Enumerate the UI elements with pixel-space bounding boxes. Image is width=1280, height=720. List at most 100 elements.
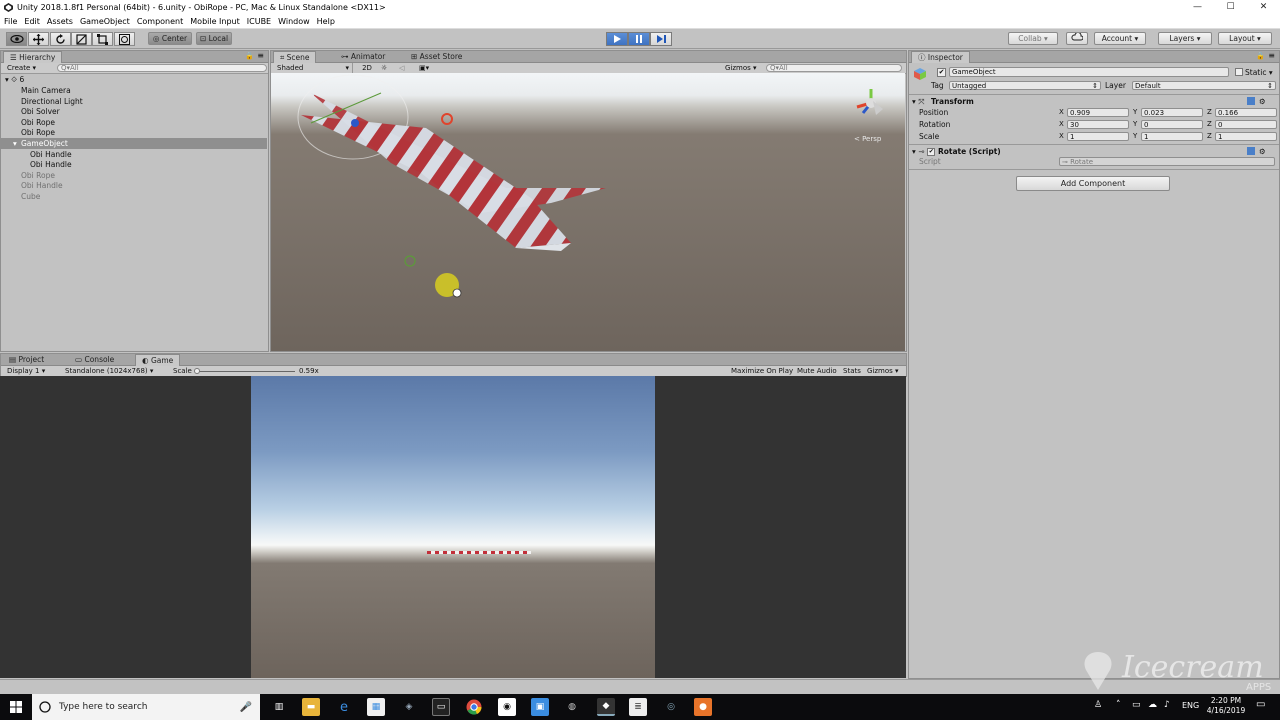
layers-dropdown[interactable]: Layers ▾ <box>1158 32 1212 45</box>
foldout-arrow-icon[interactable]: ▾ <box>13 138 17 149</box>
create-dropdown[interactable]: Create ▾ <box>7 63 36 74</box>
tag-dropdown[interactable]: Untagged ⇕ <box>949 81 1101 90</box>
axis-label-x[interactable]: X <box>1059 120 1064 128</box>
terminal-icon[interactable]: ▭ <box>432 698 450 716</box>
axis-label-z[interactable]: Z <box>1207 120 1212 128</box>
tab-inspector[interactable]: ⓘ Inspector <box>911 51 970 63</box>
position-x-input[interactable]: 0.909 <box>1067 108 1129 117</box>
hierarchy-item[interactable]: Obi Rope <box>1 117 267 128</box>
pause-button[interactable] <box>628 32 650 46</box>
menu-component[interactable]: Component <box>137 17 183 26</box>
tab-project[interactable]: ▤ Project <box>3 354 50 366</box>
hand-tool-button[interactable] <box>6 32 27 46</box>
menu-mobile-input[interactable]: Mobile Input <box>190 17 240 26</box>
hierarchy-item[interactable]: Cube <box>1 191 267 202</box>
step-button[interactable] <box>650 32 672 46</box>
tab-animator[interactable]: ⊶ Animator <box>335 51 391 63</box>
collab-button[interactable]: Collab ▾ <box>1008 32 1058 45</box>
account-dropdown[interactable]: Account ▾ <box>1094 32 1146 45</box>
hierarchy-item[interactable]: Obi Rope <box>1 170 267 181</box>
pivot-center-button[interactable]: ◎ Center <box>148 32 192 45</box>
menu-edit[interactable]: Edit <box>24 17 40 26</box>
transform-header[interactable]: ▾ ⤧ Transform ⚙ <box>909 96 1279 107</box>
microphone-icon[interactable]: 🎤 <box>240 702 252 713</box>
hierarchy-item[interactable]: Obi Handle <box>1 149 267 160</box>
axis-label-y[interactable]: Y <box>1133 132 1137 140</box>
static-dropdown[interactable]: Static ▾ <box>1245 68 1273 77</box>
panel-menu-icon[interactable]: ≡ <box>257 51 264 60</box>
hierarchy-item[interactable]: Obi Solver <box>1 106 267 117</box>
start-button[interactable] <box>0 694 32 720</box>
notifications-icon[interactable]: ▭ <box>1256 699 1265 710</box>
menu-assets[interactable]: Assets <box>47 17 73 26</box>
hierarchy-item[interactable]: Obi Handle <box>1 180 267 191</box>
component-settings-icon[interactable]: ⚙ <box>1259 146 1266 157</box>
static-checkbox[interactable] <box>1235 68 1243 76</box>
photos-icon[interactable]: ▣ <box>531 698 549 716</box>
scene-root-item[interactable]: ▾ ⟐ 6 <box>1 74 267 85</box>
language-indicator[interactable]: ENG <box>1182 701 1199 710</box>
people-icon[interactable]: ♙ <box>1094 700 1102 710</box>
scale-z-input[interactable]: 1 <box>1215 132 1277 141</box>
task-view-icon[interactable]: ▥ <box>270 698 288 716</box>
icecream-recorder-icon[interactable]: ● <box>694 698 712 716</box>
notepad-icon[interactable]: ≣ <box>629 698 647 716</box>
menu-help[interactable]: Help <box>317 17 335 26</box>
persp-label[interactable]: < Persp <box>854 135 881 143</box>
chrome-icon[interactable] <box>465 698 483 716</box>
menu-window[interactable]: Window <box>278 17 310 26</box>
script-enabled-checkbox[interactable]: ✔ <box>927 148 936 156</box>
inspector-menu-icon[interactable]: ≡ <box>1268 51 1275 60</box>
space-local-button[interactable]: ⊡ Local <box>196 32 232 45</box>
tray-app-icon[interactable]: ▭ <box>1132 700 1141 710</box>
hierarchy-item[interactable]: Obi Handle <box>1 159 267 170</box>
lock-icon[interactable]: 🔒 <box>245 52 254 60</box>
clock[interactable]: 2:20 PM 4/16/2019 <box>1206 696 1246 716</box>
scene-viewport[interactable]: < Persp <box>271 73 905 351</box>
rotation-x-input[interactable]: 30 <box>1067 120 1129 129</box>
menu-gameobject[interactable]: GameObject <box>80 17 130 26</box>
hierarchy-item[interactable]: Obi Rope <box>1 127 267 138</box>
close-button[interactable]: ✕ <box>1247 0 1280 15</box>
rotate-script-header[interactable]: ▾ ⊸ ✔ Rotate (Script) ⚙ <box>909 146 1279 157</box>
rotate-tool-button[interactable] <box>50 32 71 46</box>
rotation-y-input[interactable]: 0 <box>1141 120 1203 129</box>
add-component-button[interactable]: Add Component <box>1016 176 1170 191</box>
minimize-button[interactable]: — <box>1181 0 1214 15</box>
scale-x-input[interactable]: 1 <box>1067 132 1129 141</box>
rotation-z-input[interactable]: 0 <box>1215 120 1277 129</box>
position-y-input[interactable]: 0.023 <box>1141 108 1203 117</box>
volume-icon[interactable]: ♪ <box>1164 700 1170 710</box>
axis-label-x[interactable]: X <box>1059 108 1064 116</box>
script-field[interactable]: ⊸ Rotate <box>1059 157 1275 166</box>
transform-tool-button[interactable] <box>114 32 135 46</box>
component-settings-icon[interactable]: ⚙ <box>1259 96 1266 107</box>
scene-search-input[interactable]: Q▾All <box>766 64 902 72</box>
axis-label-z[interactable]: Z <box>1207 108 1212 116</box>
edge-browser-icon[interactable]: e <box>335 698 353 716</box>
hierarchy-item[interactable]: ▾ GameObject <box>1 138 267 149</box>
unity-taskbar-icon[interactable]: ◆ <box>597 698 615 716</box>
maximize-button[interactable]: ☐ <box>1214 0 1247 15</box>
cloud-button[interactable] <box>1066 31 1088 45</box>
store-icon[interactable]: ▦ <box>367 698 385 716</box>
layout-dropdown[interactable]: Layout ▾ <box>1218 32 1272 45</box>
app-icon-3[interactable]: ◎ <box>662 698 680 716</box>
tab-asset-store[interactable]: ⊞ Asset Store <box>405 51 468 63</box>
move-tool-button[interactable] <box>28 32 49 46</box>
file-explorer-icon[interactable]: ▬ <box>302 698 320 716</box>
axis-label-y[interactable]: Y <box>1133 120 1137 128</box>
play-button[interactable] <box>606 32 628 46</box>
taskbar-search-box[interactable]: Type here to search 🎤 <box>32 694 260 720</box>
axis-label-z[interactable]: Z <box>1207 132 1212 140</box>
active-checkbox[interactable]: ✔ <box>937 68 946 77</box>
app-icon-2[interactable]: ◍ <box>563 698 581 716</box>
cloud-sync-icon[interactable]: ☁ <box>1148 700 1157 710</box>
app-icon-1[interactable]: ◈ <box>400 698 418 716</box>
axis-label-y[interactable]: Y <box>1133 108 1137 116</box>
rect-tool-button[interactable] <box>92 32 113 46</box>
position-z-input[interactable]: 0.166 <box>1215 108 1277 117</box>
hierarchy-item[interactable]: Main Camera <box>1 85 267 96</box>
scale-slider-handle[interactable] <box>194 368 200 374</box>
tab-scene[interactable]: ⌗ Scene <box>273 51 317 63</box>
